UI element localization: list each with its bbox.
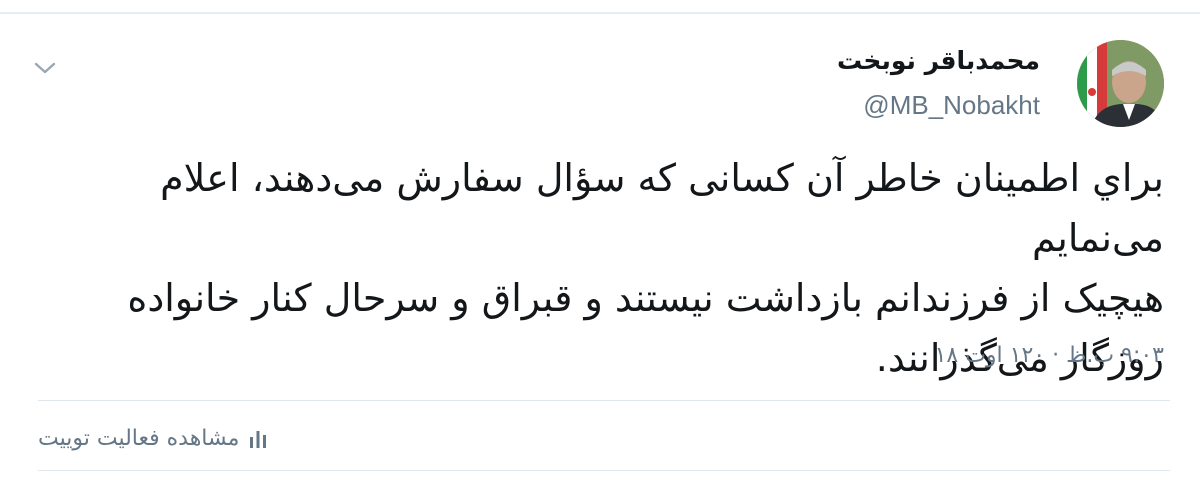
view-activity-label: مشاهده فعالیت توییت — [38, 425, 240, 451]
view-activity-button[interactable]: مشاهده فعالیت توییت — [38, 423, 267, 453]
divider — [38, 400, 1170, 401]
avatar[interactable] — [1077, 40, 1164, 127]
bar-chart-icon — [249, 427, 267, 449]
divider — [38, 470, 1170, 471]
tweet-text-line: هیچیک از فرزندانم بازداشت نیستند و قبراق… — [127, 276, 1164, 320]
user-handle[interactable]: @MB_Nobakht — [863, 90, 1040, 121]
display-name[interactable]: محمدباقر نوبخت — [837, 46, 1040, 75]
tweet-timestamp[interactable]: ۹:۰۳ ب.ظ · ۱۲۰ اوت ۱۸ — [935, 343, 1164, 368]
tweet-card: محمدباقر نوبخت @MB_Nobakht براي اطمینان … — [0, 0, 1200, 491]
chevron-down-icon[interactable] — [32, 58, 58, 78]
tweet-text-line: براي اطمینان خاطر آن کسانی که سؤال سفارش… — [160, 156, 1164, 260]
